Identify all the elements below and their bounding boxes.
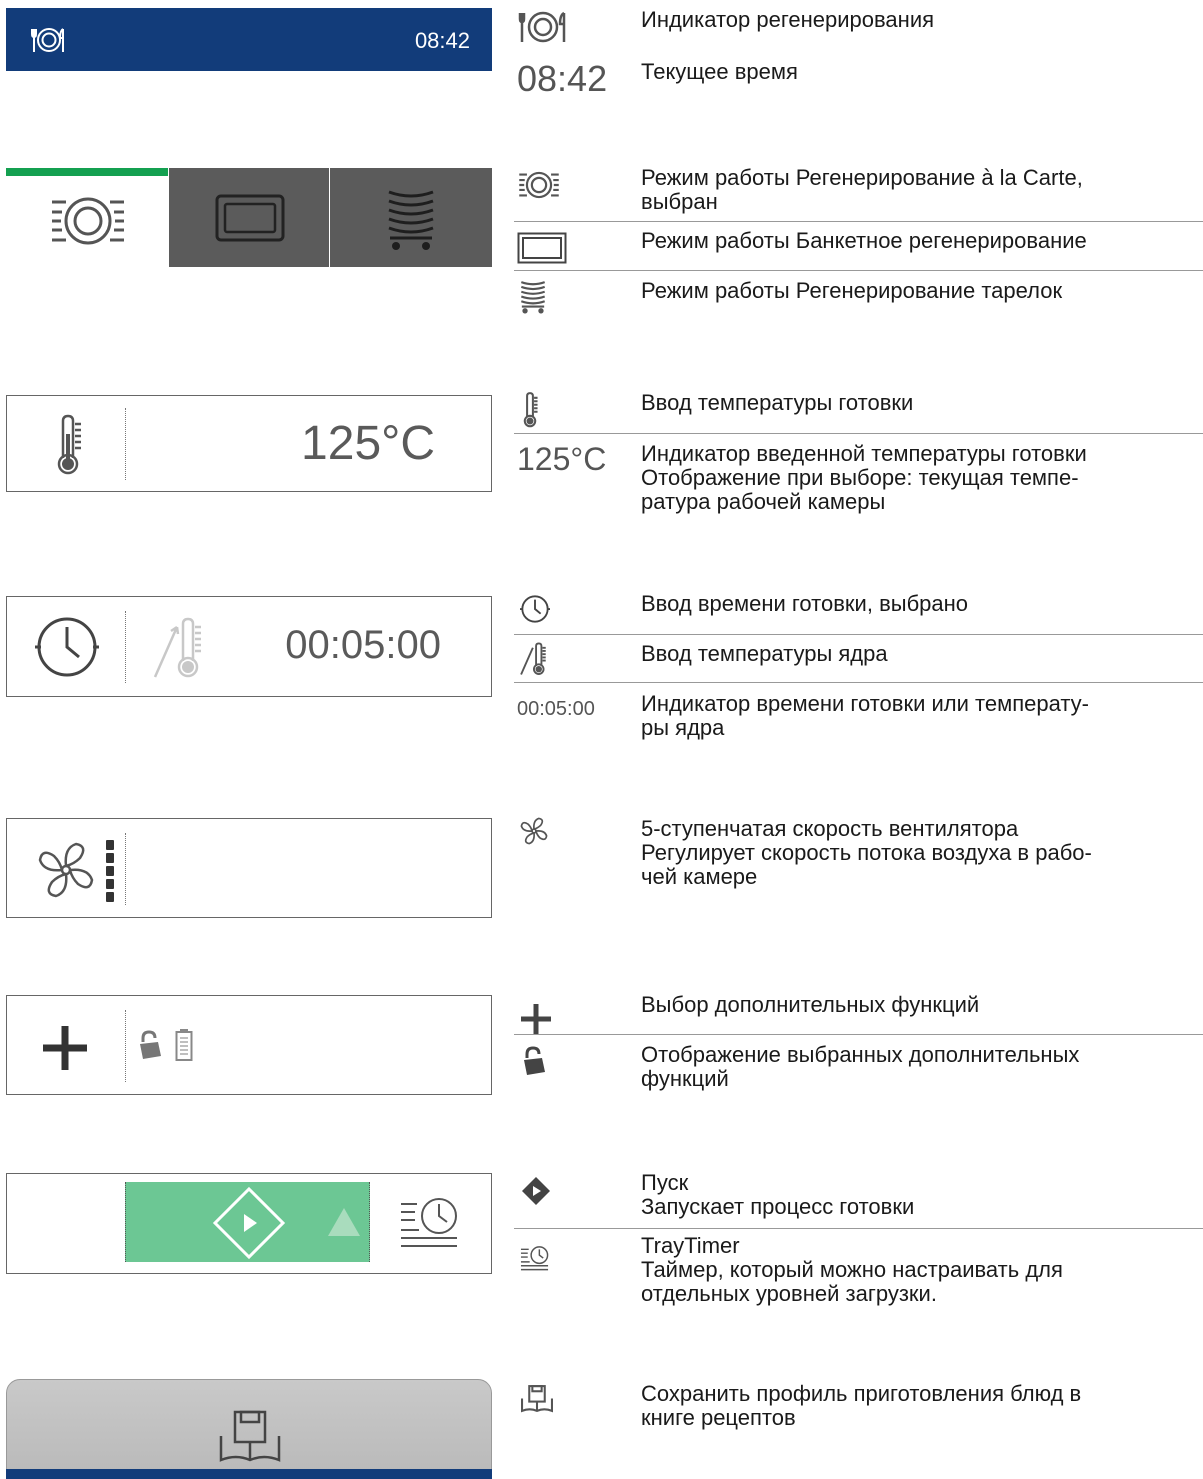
legend-core-temp-input: Ввод температуры ядра xyxy=(641,641,888,666)
separator xyxy=(125,408,126,480)
legend-temp-sample: 125°C xyxy=(517,441,607,477)
traytimer-icon xyxy=(520,1244,550,1274)
tab-alacarte[interactable] xyxy=(6,168,168,267)
legend-temp-indicator: Индикатор введенной температуры готовки … xyxy=(641,441,1087,514)
divider xyxy=(514,682,1203,683)
separator xyxy=(125,1010,126,1082)
legend-temp-input: Ввод температуры готовки xyxy=(641,390,914,415)
divider xyxy=(514,433,1203,434)
alacarte-mode-icon xyxy=(517,168,561,202)
plus-icon[interactable] xyxy=(41,1024,89,1072)
fan-icon xyxy=(519,816,549,846)
save-bar-strip xyxy=(6,1469,492,1479)
divider xyxy=(514,1228,1203,1229)
traytimer-icon[interactable] xyxy=(399,1194,461,1254)
legend-mode-plate: Режим работы Регенерирование тарелок xyxy=(641,278,1063,303)
temperature-value: 125°C xyxy=(301,417,435,470)
legend-mode-alacarte: Режим работы Регенерирование à la Carte,… xyxy=(641,165,1083,214)
legend-start: Пуск Запускает процесс готовки xyxy=(641,1170,915,1219)
mode-tabs xyxy=(6,168,492,267)
legend-extra-select: Выбор дополнительных функций xyxy=(641,992,980,1017)
legend-time-input: Ввод времени готовки, выбрано xyxy=(641,591,969,616)
alacarte-mode-icon xyxy=(50,190,126,252)
temperature-panel[interactable]: 125°C xyxy=(6,395,492,492)
legend-regen-indicator: Индикатор регенерирования xyxy=(641,7,935,32)
lock-open-icon xyxy=(137,1030,163,1060)
save-recipe-icon xyxy=(219,1410,281,1464)
legend-current-time: Текущее время xyxy=(641,59,798,84)
start-diamond-icon xyxy=(212,1186,286,1260)
legend-save: Сохранить профиль приготовления блюд в к… xyxy=(641,1381,1082,1430)
time-value: 00:05:00 xyxy=(285,623,441,667)
fan-speed-panel[interactable] xyxy=(6,818,492,918)
legend-time-indicator: Индикатор времени готовки или температу-… xyxy=(641,691,1090,740)
regen-indicator-icon xyxy=(517,10,567,44)
tab-banquet[interactable] xyxy=(169,168,329,267)
plus-icon xyxy=(520,1003,552,1035)
divider xyxy=(514,634,1203,635)
legend-time-sample: 08:42 xyxy=(517,58,608,99)
core-temperature-icon xyxy=(520,642,550,676)
divider xyxy=(514,1034,1203,1035)
clock-icon xyxy=(520,594,550,624)
start-panel xyxy=(6,1173,492,1274)
fan-speed-level-indicator xyxy=(105,839,115,903)
start-button[interactable] xyxy=(125,1182,370,1262)
legend-fan-speed: 5-ступенчатая скорость вентилятора Регул… xyxy=(641,816,1092,889)
save-recipe-icon xyxy=(521,1385,553,1413)
banquet-mode-icon xyxy=(215,194,285,242)
save-recipe-bar[interactable] xyxy=(6,1379,492,1479)
thermometer-icon xyxy=(520,392,540,428)
divider xyxy=(514,221,1203,222)
battery-icon xyxy=(175,1028,193,1062)
tab-plate[interactable] xyxy=(330,168,492,267)
separator xyxy=(125,833,126,905)
banquet-mode-icon xyxy=(517,232,567,264)
legend-traytimer: TrayTimer Таймер, который можно настраив… xyxy=(641,1233,1063,1306)
divider xyxy=(514,270,1203,271)
plate-mode-icon xyxy=(519,280,547,314)
legend-mode-banquet: Режим работы Банкетное регенерирование xyxy=(641,228,1087,253)
extra-functions-panel[interactable] xyxy=(6,995,492,1095)
thermometer-icon xyxy=(51,414,85,476)
separator xyxy=(125,611,126,683)
time-panel[interactable]: 00:05:00 xyxy=(6,596,492,697)
start-diamond-icon xyxy=(521,1176,551,1206)
warning-icon xyxy=(326,1206,362,1238)
fan-icon xyxy=(35,839,97,901)
legend-extra-display: Отображение выбранных дополнительных фун… xyxy=(641,1042,1080,1091)
legend-time-value-sample: 00:05:00 xyxy=(517,698,595,720)
core-temperature-icon[interactable] xyxy=(153,617,209,679)
plate-mode-icon xyxy=(386,188,436,252)
lock-open-icon xyxy=(521,1046,547,1076)
clock-icon[interactable] xyxy=(35,615,99,679)
regen-indicator-icon xyxy=(30,26,64,54)
header-bar: 08:42 xyxy=(6,8,492,71)
current-time: 08:42 xyxy=(414,28,470,53)
